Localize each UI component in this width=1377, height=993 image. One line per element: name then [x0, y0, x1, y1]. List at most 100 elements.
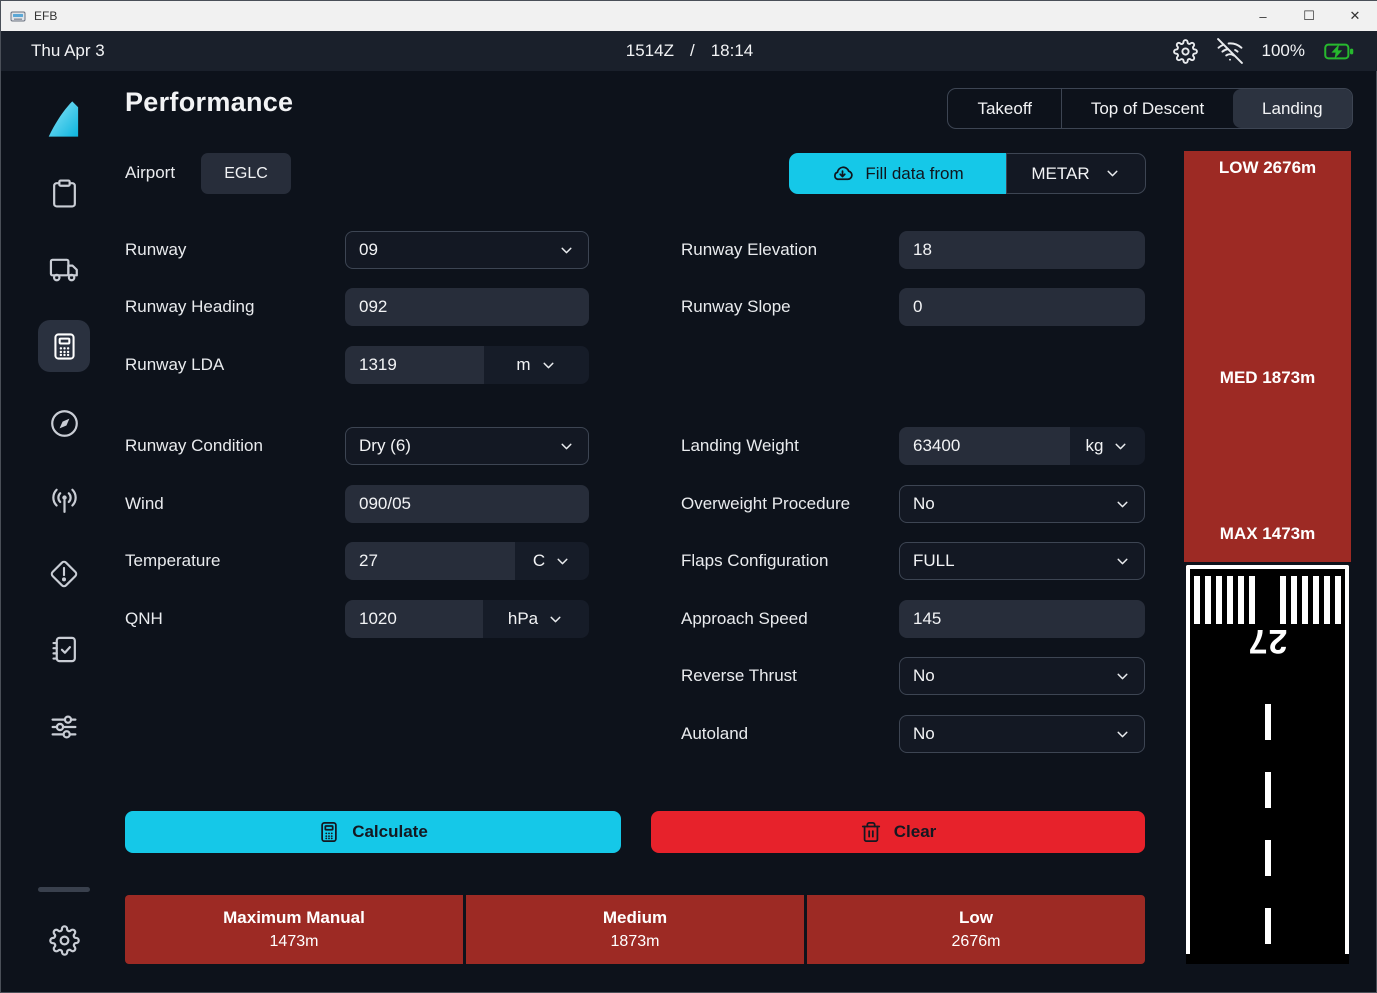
result-label: Maximum Manual [223, 908, 365, 928]
autoland-label: Autoland [681, 724, 748, 744]
wind-input[interactable] [345, 485, 589, 523]
calculate-button[interactable]: Calculate [125, 811, 621, 853]
status-clock: 1514Z / 18:14 [1, 41, 1377, 61]
qnh-unit-select[interactable]: hPa [483, 600, 589, 638]
runway-heading-input[interactable] [345, 288, 589, 326]
window-title: EFB [34, 9, 57, 23]
calculator-icon [50, 332, 79, 361]
tab-top-of-descent[interactable]: Top of Descent [1061, 89, 1232, 128]
runway-condition-value: Dry (6) [359, 436, 411, 456]
overweight-procedure-label: Overweight Procedure [681, 494, 850, 514]
runway-lda-unit-select[interactable]: m [484, 346, 589, 384]
gear-icon [49, 925, 80, 956]
trash-icon [860, 821, 882, 843]
sidebar-item-calculator[interactable] [38, 320, 90, 372]
approach-speed-label: Approach Speed [681, 609, 808, 629]
temperature-label: Temperature [125, 551, 220, 571]
runway-heading-label: Runway Heading [125, 297, 254, 317]
chevron-down-icon [540, 357, 557, 374]
clipboard-icon [49, 178, 80, 209]
runway-lda-input[interactable] [345, 346, 484, 384]
runway-slope-input[interactable] [899, 288, 1145, 326]
overweight-procedure-select[interactable]: No [899, 485, 1145, 523]
airport-button[interactable]: EGLC [201, 153, 291, 194]
result-label: Medium [603, 908, 667, 928]
flaps-configuration-select[interactable]: FULL [899, 542, 1145, 580]
braking-distance-bar: LOW 2676m MED 1873m MAX 1473m [1184, 151, 1351, 562]
calculate-label: Calculate [352, 822, 428, 842]
approach-speed-input[interactable] [899, 600, 1145, 638]
close-icon[interactable]: ✕ [1332, 1, 1377, 31]
sidebar-item-truck[interactable] [38, 243, 90, 295]
sidebar-item-settings[interactable] [38, 914, 90, 966]
notebook-check-icon [49, 634, 80, 665]
chevron-down-icon [558, 438, 575, 455]
distance-med-label: MED 1873m [1184, 368, 1351, 388]
performance-tabs: Takeoff Top of Descent Landing [947, 88, 1353, 129]
truck-icon [49, 254, 80, 285]
flaps-configuration-value: FULL [913, 551, 955, 571]
runway-elevation-input[interactable] [899, 231, 1145, 269]
clear-label: Clear [894, 822, 937, 842]
window-titlebar: EFB – ☐ ✕ [1, 1, 1377, 31]
sidebar-item-preferences[interactable] [38, 701, 90, 753]
clear-button[interactable]: Clear [651, 811, 1145, 853]
sidebar-item-warnings[interactable] [38, 548, 90, 600]
result-value: 1873m [611, 933, 660, 951]
runway-condition-select[interactable]: Dry (6) [345, 427, 589, 465]
autoland-select[interactable]: No [899, 715, 1145, 753]
runway-lda-label: Runway LDA [125, 355, 224, 375]
runway-label: Runway [125, 240, 186, 260]
app-logo [38, 93, 90, 145]
runway-value: 09 [359, 240, 378, 260]
airport-label: Airport [125, 163, 175, 183]
flaps-configuration-label: Flaps Configuration [681, 551, 828, 571]
chevron-down-icon [1112, 438, 1129, 455]
time-separator: / [690, 41, 695, 61]
landing-weight-label: Landing Weight [681, 436, 799, 456]
sidebar-item-compass[interactable] [38, 397, 90, 449]
runway-graphic: 27 [1186, 565, 1349, 964]
sliders-icon [48, 711, 80, 743]
temperature-input[interactable] [345, 542, 515, 580]
reverse-thrust-select[interactable]: No [899, 657, 1145, 695]
fill-source-select[interactable]: METAR [1006, 153, 1146, 194]
runway-slope-label: Runway Slope [681, 297, 791, 317]
results-bar: Maximum Manual 1473m Medium 1873m Low 26… [125, 895, 1145, 964]
runway-number: 27 [1186, 621, 1349, 660]
qnh-input[interactable] [345, 600, 483, 638]
chevron-down-icon [554, 553, 571, 570]
runway-condition-label: Runway Condition [125, 436, 263, 456]
reverse-thrust-value: No [913, 666, 935, 686]
fill-data-button[interactable]: Fill data from [789, 153, 1006, 194]
runway-lda-unit: m [516, 355, 530, 375]
result-medium: Medium 1873m [466, 895, 804, 964]
landing-weight-input[interactable] [899, 427, 1070, 465]
runway-select[interactable]: 09 [345, 231, 589, 269]
sidebar-item-checklist[interactable] [38, 623, 90, 675]
result-value: 1473m [270, 933, 319, 951]
sidebar-item-antenna[interactable] [38, 475, 90, 527]
sidebar-item-clipboard[interactable] [38, 167, 90, 219]
tab-takeoff[interactable]: Takeoff [948, 89, 1061, 128]
compass-icon [49, 408, 80, 439]
chevron-down-icon [1114, 553, 1131, 570]
page-title: Performance [125, 87, 293, 118]
distance-max-label: MAX 1473m [1184, 524, 1351, 544]
calculator-icon [318, 821, 340, 843]
overweight-procedure-value: No [913, 494, 935, 514]
local-time: 18:14 [711, 41, 754, 61]
temperature-unit-select[interactable]: C [515, 542, 589, 580]
chevron-down-icon [558, 242, 575, 259]
tab-landing[interactable]: Landing [1233, 89, 1352, 128]
maximize-icon[interactable]: ☐ [1286, 1, 1332, 31]
minimize-icon[interactable]: – [1240, 1, 1286, 31]
qnh-unit: hPa [508, 609, 538, 629]
runway-elevation-label: Runway Elevation [681, 240, 817, 260]
chevron-down-icon [1104, 165, 1121, 182]
qnh-label: QNH [125, 609, 163, 629]
landing-weight-unit-select[interactable]: kg [1070, 427, 1145, 465]
runway-centerline [1265, 704, 1271, 959]
reverse-thrust-label: Reverse Thrust [681, 666, 797, 686]
utc-time: 1514Z [626, 41, 674, 61]
